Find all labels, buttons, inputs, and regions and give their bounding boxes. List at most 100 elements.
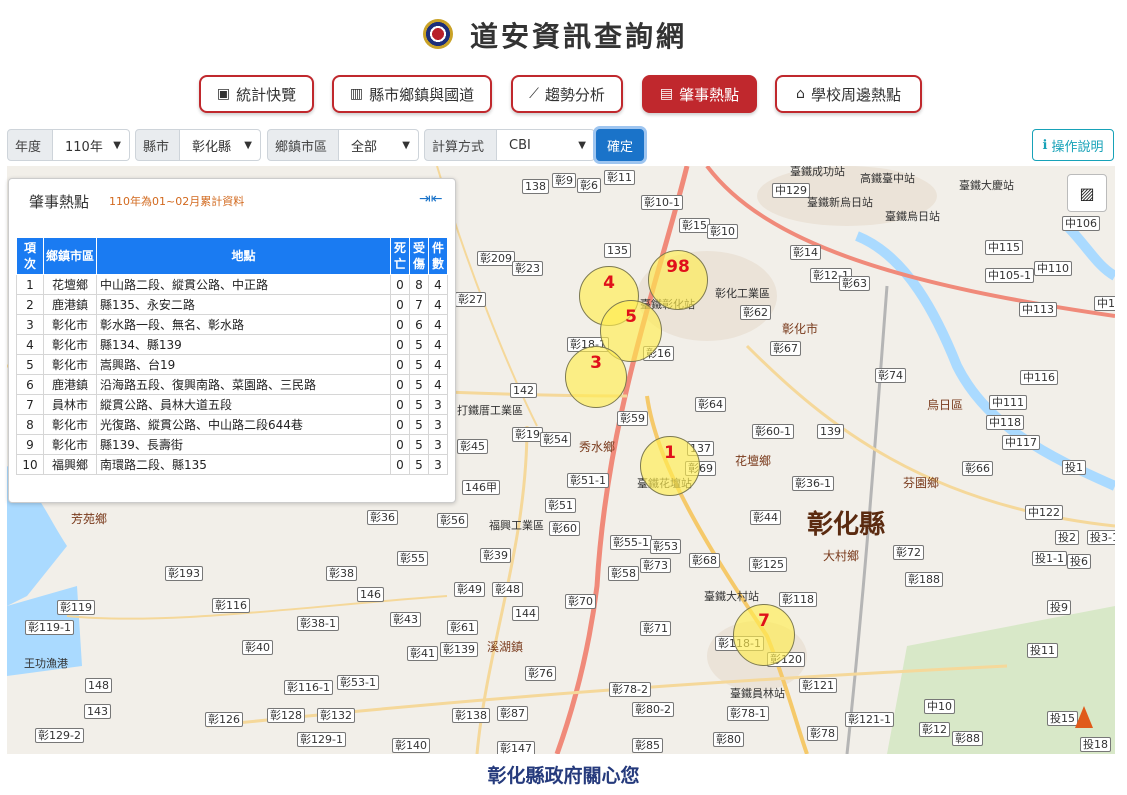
year-filter: 年度 110年 ▼ (7, 129, 130, 161)
route-label: 彰9 (552, 173, 576, 188)
year-select[interactable]: 110年 ▼ (53, 129, 130, 161)
tab-county-township[interactable]: ▥ 縣市鄉鎮與國道 (332, 75, 492, 113)
table-row[interactable]: 3 彰化市 彰水路一段、無名、彰水路 0 6 4 (16, 314, 448, 335)
route-label: 彰23 (512, 261, 543, 276)
route-label: 彰68 (689, 553, 720, 568)
district-filter: 鄉鎮市區 全部 ▼ (267, 129, 419, 161)
route-label: 彰44 (750, 510, 781, 525)
cluster-number: 5 (625, 307, 637, 327)
route-label: 彰121-1 (845, 712, 894, 727)
county-filter: 縣市 彰化縣 ▼ (135, 129, 261, 161)
table-cell: 0 (390, 434, 410, 455)
route-label: 中110 (1094, 296, 1115, 311)
method-label: 計算方式 (424, 129, 497, 161)
table-row[interactable]: 5 彰化市 嵩興路、台19 0 5 4 (16, 354, 448, 375)
route-label: 彰147 (497, 741, 535, 754)
table-row[interactable]: 8 彰化市 光復路、縱貫公路、中山路二段644巷 0 5 3 (16, 414, 448, 435)
county-label: 縣市 (135, 129, 180, 161)
image-icon: ▨ (1079, 183, 1095, 203)
route-label: 彰78-2 (609, 682, 651, 697)
column-header: 受傷 (409, 237, 429, 275)
hotspot-cluster[interactable]: 7 (733, 604, 795, 666)
route-label: 彰118 (779, 592, 817, 607)
town-label: 大村鄉 (823, 549, 860, 563)
table-row[interactable]: 2 鹿港鎮 縣135、永安二路 0 7 4 (16, 294, 448, 315)
route-label: 彰11 (604, 170, 635, 185)
tab-accident-hotspots[interactable]: ▤ 肇事熱點 (642, 75, 757, 113)
table-row[interactable]: 10 福興鄉 南環路二段、縣135 0 5 3 (16, 454, 448, 475)
district-select[interactable]: 全部 ▼ (339, 129, 419, 161)
column-header: 地點 (96, 237, 391, 275)
route-label: 彰41 (407, 646, 438, 661)
route-label: 143 (84, 704, 111, 719)
table-cell: 8 (409, 274, 429, 295)
site-logo (423, 19, 453, 49)
tab-trend-analysis[interactable]: ⟋ 趨勢分析 (511, 75, 623, 113)
tab-statistics-overview[interactable]: ▣ 統計快覽 (199, 75, 314, 113)
route-label: 彰55 (397, 551, 428, 566)
tab-label: 趨勢分析 (544, 85, 605, 104)
route-label: 彰43 (390, 612, 421, 627)
town-label: 秀水鄉 (579, 440, 616, 454)
tab-label: 縣市鄉鎮與國道 (369, 85, 475, 104)
county-select[interactable]: 彰化縣 ▼ (180, 129, 261, 161)
hotspot-cluster[interactable]: 98 (648, 250, 708, 310)
route-label: 146 (357, 587, 384, 602)
route-label: 中113 (1019, 302, 1057, 317)
table-cell: 0 (390, 314, 410, 335)
table-cell: 7 (409, 294, 429, 315)
cluster-number: 1 (664, 443, 676, 463)
table-cell: 7 (16, 394, 44, 415)
table-cell: 5 (16, 354, 44, 375)
table-cell: 縣139、長壽街 (96, 434, 391, 455)
hotspot-cluster[interactable]: 3 (565, 346, 627, 408)
town-label: 彰化市 (782, 322, 819, 336)
route-label: 彰49 (454, 582, 485, 597)
table-cell: 福興鄉 (43, 454, 97, 475)
town-label: 溪湖鎮 (487, 640, 524, 654)
route-label: 彰14 (790, 245, 821, 260)
route-label: 中118 (986, 415, 1024, 430)
town-label: 烏日區 (927, 398, 964, 412)
route-label: 彰129-1 (297, 732, 346, 747)
help-button[interactable]: ℹ 操作說明 (1032, 129, 1114, 161)
station-label: 臺鐵大慶站 (959, 179, 1014, 192)
table-row[interactable]: 4 彰化市 縣134、縣139 0 5 4 (16, 334, 448, 355)
collapse-icon[interactable]: ⇥⇤ (419, 191, 442, 207)
route-label: 彰138 (452, 708, 490, 723)
table-row[interactable]: 7 員林市 縱貫公路、員林大道五段 0 5 3 (16, 394, 448, 415)
school-icon: ⌂ (796, 86, 805, 102)
route-label: 中106 (1062, 216, 1100, 231)
method-select[interactable]: CBI ▼ (497, 129, 595, 161)
route-label: 彰58 (608, 566, 639, 581)
table-cell: 10 (16, 454, 44, 475)
route-label: 139 (817, 424, 844, 439)
table-cell: 0 (390, 454, 410, 475)
route-label: 彰209 (477, 251, 515, 266)
route-label: 彰10 (707, 224, 738, 239)
hotspot-cluster[interactable]: 1 (640, 436, 700, 496)
route-label: 彰56 (437, 513, 468, 528)
table-row[interactable]: 6 鹿港鎮 沿海路五段、復興南路、菜園路、三民路 0 5 4 (16, 374, 448, 395)
confirm-button[interactable]: 確定 (596, 129, 644, 161)
route-label: 彰85 (632, 738, 663, 753)
tab-school-hotspots[interactable]: ⌂ 學校周邊熱點 (775, 75, 922, 113)
table-row[interactable]: 1 花壇鄉 中山路二段、縱貫公路、中正路 0 8 4 (16, 274, 448, 295)
station-label: 臺鐵員林站 (730, 687, 785, 700)
table-cell: 0 (390, 294, 410, 315)
route-label: 投11 (1027, 643, 1058, 658)
district-label: 鄉鎮市區 (267, 129, 339, 161)
table-cell: 4 (428, 314, 448, 335)
route-label: 彰125 (749, 557, 787, 572)
table-row[interactable]: 9 彰化市 縣139、長壽街 0 5 3 (16, 434, 448, 455)
route-label: 彰39 (480, 548, 511, 563)
route-label: 彰129-2 (35, 728, 84, 743)
station-label: 臺鐵大村站 (704, 590, 759, 603)
layer-toggle-button[interactable]: ▨ (1067, 174, 1107, 212)
station-label: 高鐵臺中站 (860, 172, 915, 185)
chevron-down-icon: ▼ (578, 139, 586, 151)
tab-label: 肇事熱點 (679, 85, 740, 104)
table-cell: 彰化市 (43, 334, 97, 355)
route-label: 彰27 (455, 292, 486, 307)
table-cell: 5 (409, 434, 429, 455)
